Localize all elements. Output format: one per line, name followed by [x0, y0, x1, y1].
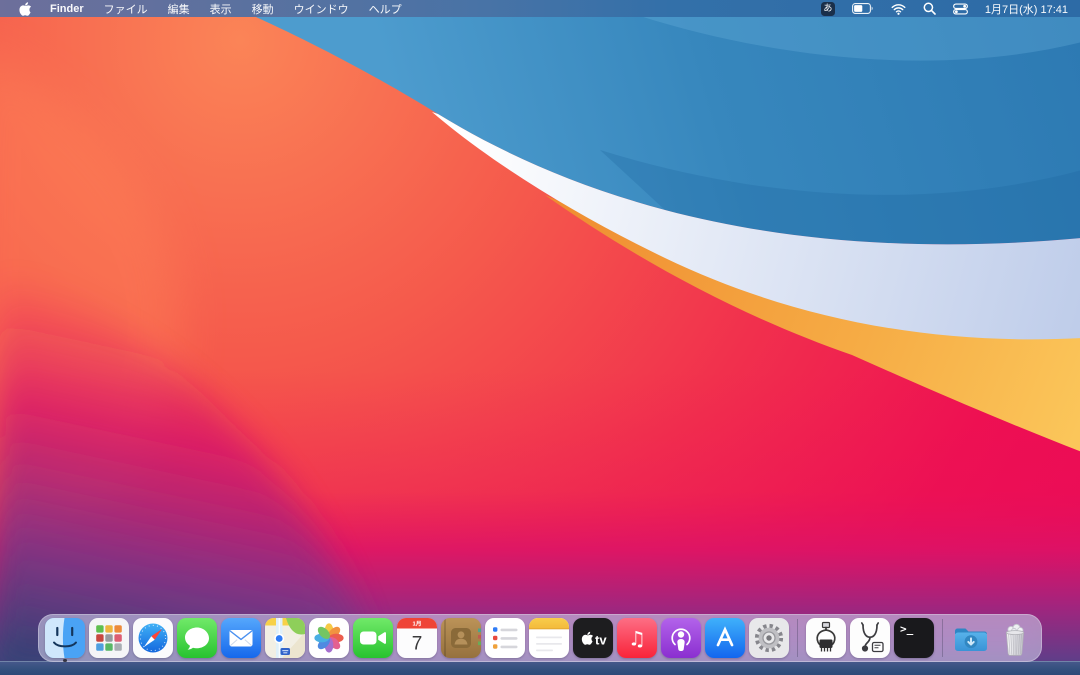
dock-hardware-utility-icon[interactable]	[806, 618, 846, 658]
apple-logo-icon	[19, 1, 31, 16]
dock-calendar-icon[interactable]: 1月 7	[397, 618, 437, 658]
dock-podcasts-icon[interactable]	[661, 618, 701, 658]
calendar-day-label: 7	[412, 634, 423, 655]
menu-bar: Finder ファイル 編集 表示 移動 ウインドウ ヘルプ あ 1月7日(水)…	[0, 0, 1080, 17]
dock-separator	[793, 617, 802, 659]
menu-app-finder[interactable]: Finder	[40, 0, 94, 17]
control-center-icon[interactable]	[952, 2, 968, 15]
dock-mail-icon[interactable]	[221, 618, 261, 658]
dock-downloads-folder-icon[interactable]	[951, 618, 991, 658]
dock-maps-icon[interactable]	[265, 618, 305, 658]
dock-app-store-icon[interactable]	[705, 618, 745, 658]
wallpaper-bottom-strip	[0, 661, 1080, 675]
apple-menu[interactable]	[10, 0, 40, 17]
menu-bar-left: Finder ファイル 編集 表示 移動 ウインドウ ヘルプ	[0, 0, 412, 17]
dock-reminders-icon[interactable]	[485, 618, 525, 658]
dock-separator	[938, 617, 947, 659]
menu-view[interactable]: 表示	[200, 0, 242, 17]
battery-icon[interactable]	[851, 3, 874, 14]
menu-edit[interactable]: 編集	[158, 0, 200, 17]
desktop: Finder ファイル 編集 表示 移動 ウインドウ ヘルプ あ 1月7日(水)…	[0, 0, 1080, 675]
tv-label: tv	[595, 633, 607, 648]
dock-contacts-icon[interactable]	[441, 618, 481, 658]
dock-finder-icon[interactable]	[45, 618, 85, 662]
dock-system-preferences-icon[interactable]	[749, 618, 789, 658]
input-method-icon[interactable]: あ	[820, 1, 835, 16]
dock-notes-icon[interactable]	[529, 618, 569, 658]
calendar-month-label: 1月	[412, 620, 421, 628]
dock: 1月 7 tv ♫ >_	[38, 614, 1042, 662]
dock-music-icon[interactable]: ♫	[617, 618, 657, 658]
music-note-glyph: ♫	[628, 627, 646, 651]
menu-bar-clock[interactable]: 1月7日(水) 17:41	[985, 1, 1068, 17]
dock-facetime-icon[interactable]	[353, 618, 393, 658]
dock-trash-full-icon[interactable]	[995, 618, 1035, 658]
dock-safari-icon[interactable]	[133, 618, 173, 658]
menu-help[interactable]: ヘルプ	[359, 0, 412, 17]
menu-file[interactable]: ファイル	[94, 0, 158, 17]
dock-launchpad-icon[interactable]	[89, 618, 129, 658]
dock-messages-icon[interactable]	[177, 618, 217, 658]
wallpaper-art	[0, 0, 1080, 675]
running-indicator	[63, 658, 67, 662]
menu-window[interactable]: ウインドウ	[284, 0, 359, 17]
terminal-prompt-glyph: >_	[900, 623, 914, 636]
dock-tv-icon[interactable]: tv	[573, 618, 613, 658]
spotlight-icon[interactable]	[923, 2, 936, 15]
dock-photos-icon[interactable]	[309, 618, 349, 658]
menu-go[interactable]: 移動	[242, 0, 284, 17]
dock-terminal-icon[interactable]: >_	[894, 618, 934, 658]
menu-bar-status: あ 1月7日(水) 17:41	[820, 0, 1080, 17]
wallpaper	[0, 0, 1080, 675]
wifi-icon[interactable]	[891, 3, 906, 15]
dock-diagnostics-utility-icon[interactable]	[850, 618, 890, 658]
